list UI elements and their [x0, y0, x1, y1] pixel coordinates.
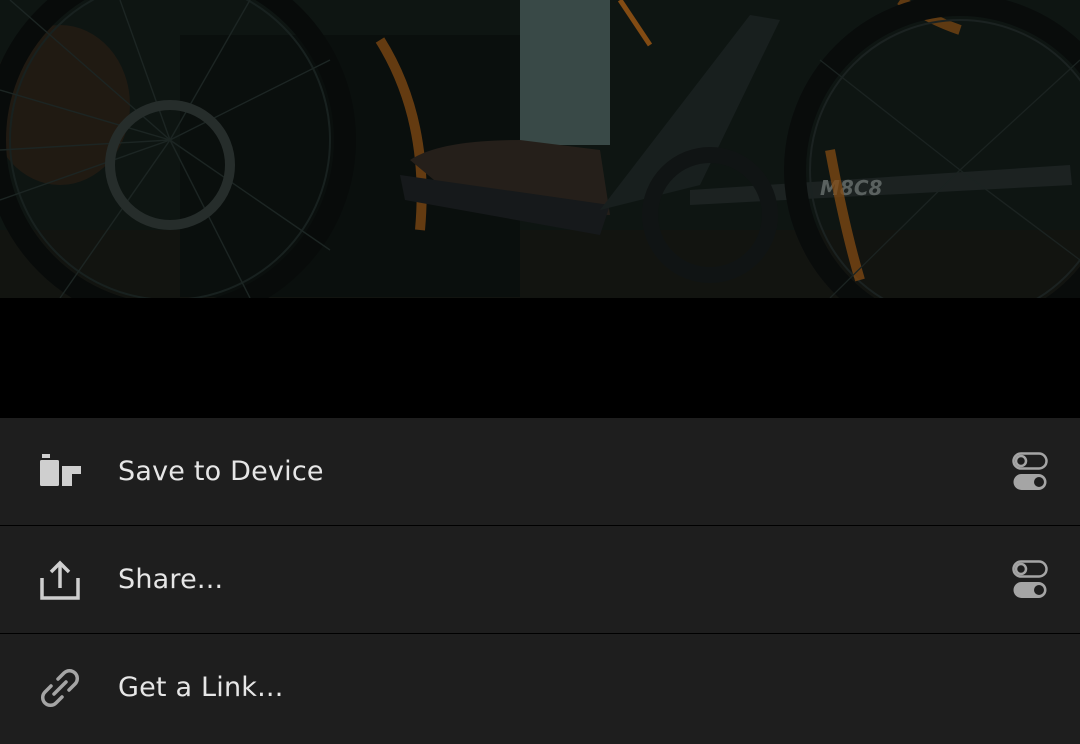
- save-to-device-label: Save to Device: [118, 456, 324, 487]
- bicycle-photo: M8C8: [0, 0, 1080, 298]
- get-link-label: Get a Link...: [118, 672, 284, 703]
- link-icon: [38, 666, 82, 710]
- preview-gap: [0, 298, 1080, 418]
- share-settings-toggle-icon[interactable]: [1012, 559, 1050, 600]
- save-to-device-item[interactable]: Save to Device: [0, 418, 1080, 526]
- save-device-icon: [38, 450, 82, 494]
- save-settings-toggle-icon[interactable]: [1012, 451, 1050, 492]
- get-link-item[interactable]: Get a Link...: [0, 634, 1080, 741]
- photo-preview: M8C8: [0, 0, 1080, 298]
- share-icon: [38, 558, 82, 602]
- export-menu: Save to Device Share... Get a Link...: [0, 418, 1080, 744]
- share-label: Share...: [118, 564, 224, 595]
- share-item[interactable]: Share...: [0, 526, 1080, 634]
